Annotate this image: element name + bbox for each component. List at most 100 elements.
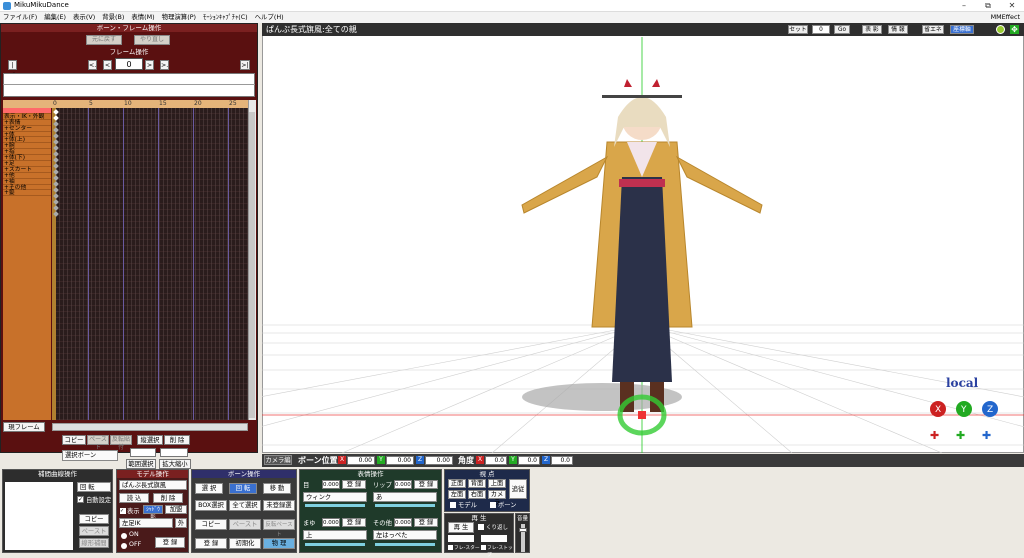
camera-view-button[interactable]: カメラ — [488, 490, 506, 506]
model-register-button[interactable]: 登 録 — [155, 537, 185, 548]
right-view-button[interactable]: 右面 — [468, 490, 486, 499]
delete-frame-button[interactable]: 削 除 — [164, 435, 190, 445]
off-radio[interactable] — [121, 543, 127, 549]
paste-frame-button[interactable]: ペースト — [87, 435, 109, 451]
other-register-button[interactable]: 登 録 — [414, 518, 438, 527]
menu-background[interactable]: 背景(B) — [102, 12, 124, 23]
bone-copy-button[interactable]: コピー — [195, 519, 227, 530]
bone-paste-button[interactable]: ペースト — [229, 519, 261, 530]
model-load-button[interactable]: 読 込 — [119, 493, 149, 503]
follow-button[interactable]: 追従 — [509, 479, 527, 499]
interp-paste-button[interactable]: ペースト — [79, 526, 109, 536]
shadow-button[interactable]: 表 影 — [862, 25, 882, 34]
next-frame-button[interactable]: > — [145, 60, 154, 70]
minimize-button[interactable]: – — [952, 0, 976, 12]
model-checkbox[interactable] — [450, 502, 456, 508]
angle-x-input[interactable]: 0.0 — [485, 456, 507, 465]
eye-register-button[interactable]: 登 録 — [342, 480, 366, 489]
first-frame-button[interactable]: |< — [8, 60, 17, 78]
reverse-paste-button[interactable]: 反転貼付 — [110, 435, 132, 451]
prev-key-button[interactable]: <. — [88, 60, 97, 70]
move-view-icon[interactable]: ✥ — [1010, 25, 1019, 34]
frame-start-checkbox[interactable] — [448, 545, 453, 550]
pos-x-input[interactable]: 0.00 — [347, 456, 375, 465]
outside-button[interactable]: 外 — [175, 518, 187, 528]
shadow-toggle[interactable]: ｼｬﾄﾞｳ影 — [143, 505, 163, 521]
expand-button[interactable]: 拡大縮小 — [159, 459, 191, 469]
bone-move-button[interactable]: 移 動 — [263, 483, 291, 494]
on-radio[interactable] — [121, 533, 127, 539]
interp-rotation-dropdown[interactable]: 回 転 — [77, 482, 111, 492]
other-value[interactable]: 0.000 — [394, 518, 412, 527]
unregistered-select-button[interactable]: 未登録選 — [263, 500, 295, 511]
model-delete-button[interactable]: 削 除 — [153, 493, 183, 503]
menu-help[interactable]: ヘルプ(H) — [255, 12, 284, 23]
current-frame-button[interactable]: 現フレーム — [3, 422, 45, 432]
physics-button[interactable]: 物 理 — [263, 538, 295, 549]
show-checkbox[interactable]: ✓ — [120, 508, 126, 514]
range-select-button[interactable]: 範囲選択 — [126, 459, 156, 469]
eye-dropdown[interactable]: ウィンク — [303, 492, 367, 502]
pos-y-input[interactable]: 0.00 — [386, 456, 414, 465]
menu-motion-capture[interactable]: ﾓｰｼｮﾝｷｬﾌﾟﾁｬ(C) — [203, 12, 248, 23]
lip-dropdown[interactable]: あ — [373, 492, 437, 502]
menu-face[interactable]: 表情(M) — [131, 12, 154, 23]
brow-slider[interactable] — [305, 543, 365, 546]
model-dropdown[interactable]: ぱんぷ長式旗風 — [119, 480, 187, 490]
close-button[interactable]: ✕ — [1000, 0, 1024, 12]
last-frame-button[interactable]: >| — [240, 60, 250, 70]
addsync-button[interactable]: 加盟 — [165, 505, 187, 514]
prev-frame-button[interactable]: < — [103, 60, 112, 70]
interp-copy-button[interactable]: コピー — [79, 514, 109, 524]
set-frame-input[interactable]: 0 — [812, 25, 830, 34]
front-view-button[interactable]: 正面 — [448, 479, 466, 488]
horizontal-scrollbar[interactable] — [52, 423, 248, 431]
menu-edit[interactable]: 編集(E) — [44, 12, 66, 23]
scrollbar-thumb[interactable] — [249, 112, 255, 418]
box-select-button[interactable]: BOX選択 — [195, 500, 227, 511]
bone-rotate-button[interactable]: 回 転 — [229, 483, 257, 494]
pos-z-input[interactable]: 0.00 — [425, 456, 453, 465]
go-button[interactable]: Go — [834, 25, 850, 34]
frame-stop-checkbox[interactable] — [481, 545, 486, 550]
play-button[interactable]: 再 生 — [448, 522, 474, 533]
menu-view[interactable]: 表示(V) — [73, 12, 95, 23]
brow-dropdown[interactable]: 上 — [303, 530, 367, 540]
camera-edit-button[interactable]: カメラ編 — [264, 455, 292, 465]
copy-frame-button[interactable]: コピー — [62, 435, 86, 445]
volume-thumb[interactable] — [519, 528, 527, 532]
lip-register-button[interactable]: 登 録 — [414, 480, 438, 489]
other-slider[interactable] — [375, 543, 435, 546]
eye-value[interactable]: 0.000 — [322, 480, 340, 489]
select-bone-dropdown[interactable]: 選択ボーン — [62, 450, 118, 461]
angle-y-input[interactable]: 0.0 — [518, 456, 540, 465]
select-all-button[interactable]: 全て選択 — [229, 500, 261, 511]
menu-file[interactable]: ファイル(F) — [3, 12, 37, 23]
play-start-input[interactable] — [448, 535, 474, 542]
bone-reverse-paste-button[interactable]: 反転ペースト — [263, 519, 295, 538]
angle-z-input[interactable]: 0.0 — [551, 456, 573, 465]
interpolation-curve-canvas[interactable] — [5, 482, 73, 550]
loop-checkbox[interactable] — [478, 524, 484, 530]
keyframe-grid[interactable] — [52, 108, 248, 420]
undo-button[interactable]: 元に戻す — [86, 35, 122, 45]
frame-number-input[interactable]: 0 — [115, 58, 143, 70]
back-view-button[interactable]: 背面 — [468, 479, 486, 488]
row-hair[interactable]: +髪 — [3, 190, 51, 196]
linear-interp-button[interactable]: 線形補間 — [79, 538, 109, 548]
info-button[interactable]: 情 報 — [888, 25, 908, 34]
other-dropdown[interactable]: 左はっぺた — [373, 530, 437, 540]
bone-checkbox[interactable] — [490, 502, 496, 508]
menu-physics[interactable]: 物理演算(P) — [162, 12, 196, 23]
bone-register-button[interactable]: 登 録 — [195, 538, 227, 549]
redo-button[interactable]: やり直し — [134, 35, 170, 45]
eco-button[interactable]: 省エネ — [922, 25, 944, 34]
bone-dropdown[interactable]: 左足IK — [119, 518, 173, 528]
maximize-button[interactable]: ⧉ — [976, 0, 1000, 12]
lip-value[interactable]: 0.000 — [394, 480, 412, 489]
auto-checkbox[interactable]: ✓ — [77, 496, 84, 503]
play-end-input[interactable] — [481, 535, 507, 542]
zoom-icon[interactable] — [996, 25, 1005, 34]
set-button[interactable]: セット — [788, 25, 808, 34]
lip-slider[interactable] — [375, 504, 435, 507]
